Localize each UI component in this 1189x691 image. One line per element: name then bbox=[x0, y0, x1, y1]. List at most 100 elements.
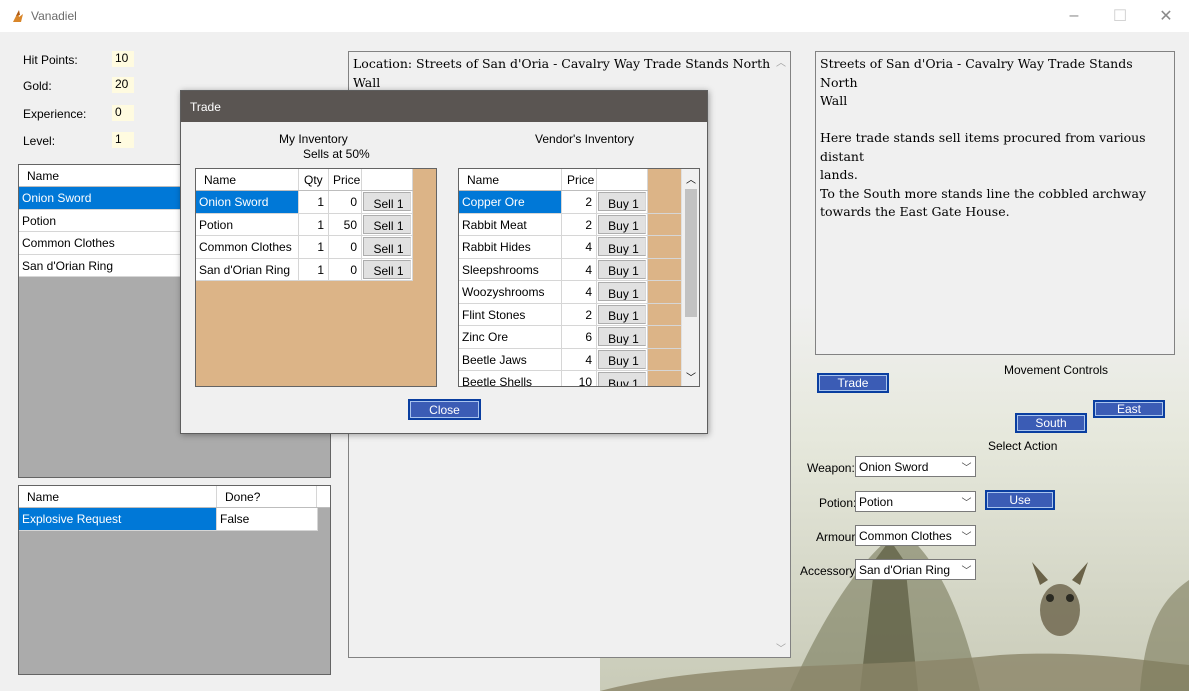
vendor-inventory-row[interactable]: Zinc Ore 6 Buy 1 bbox=[459, 326, 681, 349]
vendor-inventory-row[interactable]: Sleepshrooms 4 Buy 1 bbox=[459, 258, 681, 281]
sell-button[interactable]: Sell 1 bbox=[363, 214, 411, 234]
vendor-scrollbar[interactable]: ︿ ﹀ bbox=[681, 169, 699, 386]
buy-button[interactable]: Buy 1 bbox=[598, 349, 646, 369]
scroll-up-icon[interactable]: ︿ bbox=[682, 171, 699, 186]
vendor-action-cell: Buy 1 bbox=[597, 303, 648, 325]
buy-button[interactable]: Buy 1 bbox=[598, 237, 646, 256]
vendor-item-price: 4 bbox=[562, 236, 597, 258]
my-inventory-grid[interactable]: Name Qty Price Onion Sword 1 0 Sell 1 Po… bbox=[195, 168, 437, 387]
close-window-button[interactable]: ✕ bbox=[1143, 0, 1189, 32]
gold-value: 20 bbox=[112, 77, 134, 93]
vendor-inventory-row[interactable]: Copper Ore 2 Buy 1 bbox=[459, 191, 681, 214]
my-action-column-header bbox=[362, 169, 413, 190]
trade-dialog-title: Trade bbox=[181, 91, 707, 122]
level-label: Level: bbox=[23, 134, 56, 148]
maximize-button[interactable]: ☐ bbox=[1097, 0, 1143, 32]
east-button[interactable]: East bbox=[1093, 400, 1165, 418]
quest-done-column-header[interactable]: Done? bbox=[217, 486, 317, 507]
location-scrollbar[interactable]: ︿ ﹀ bbox=[772, 52, 790, 657]
buy-button[interactable]: Buy 1 bbox=[598, 304, 646, 324]
vendor-inventory-row[interactable]: Beetle Jaws 4 Buy 1 bbox=[459, 348, 681, 371]
potion-select[interactable]: Potion ﹀ bbox=[855, 491, 976, 512]
description-text-box[interactable]: Streets of San d'Oria - Cavalry Way Trad… bbox=[815, 51, 1175, 355]
accessory-select-value: San d'Orian Ring bbox=[859, 562, 951, 577]
armour-label: Armour: bbox=[816, 530, 859, 544]
buy-button[interactable]: Buy 1 bbox=[598, 259, 646, 279]
buy-button[interactable]: Buy 1 bbox=[598, 192, 646, 211]
chevron-down-icon: ﹀ bbox=[961, 566, 972, 577]
vendor-action-cell: Buy 1 bbox=[597, 258, 648, 280]
quests-grid-header: Name Done? bbox=[19, 486, 330, 508]
my-inventory-header: Name Qty Price bbox=[196, 169, 413, 191]
vendor-item-price: 6 bbox=[562, 326, 597, 348]
vendor-name-column-header[interactable]: Name bbox=[459, 169, 562, 190]
app-icon bbox=[13, 10, 23, 22]
vendor-rows: Copper Ore 2 Buy 1 Rabbit Meat 2 Buy 1 Rabbit … bbox=[459, 191, 699, 386]
select-action-label: Select Action bbox=[988, 439, 1058, 453]
use-potion-button[interactable]: Use bbox=[985, 490, 1055, 510]
my-inventory-row[interactable]: Onion Sword 1 0 Sell 1 bbox=[196, 191, 413, 214]
accessory-label: Accessory: bbox=[800, 564, 859, 578]
scroll-thumb[interactable] bbox=[685, 189, 697, 317]
accessory-select[interactable]: San d'Orian Ring ﹀ bbox=[855, 559, 976, 580]
trade-button[interactable]: Trade bbox=[817, 373, 889, 393]
my-item-price: 0 bbox=[329, 258, 362, 280]
vendor-price-column-header[interactable]: Price bbox=[562, 169, 597, 190]
gold-label: Gold: bbox=[23, 79, 52, 93]
vendor-inventory-row[interactable]: Beetle Shells 10 Buy 1 bbox=[459, 371, 681, 386]
my-item-price: 50 bbox=[329, 213, 362, 235]
window-title: Vanadiel bbox=[31, 9, 77, 23]
armour-select[interactable]: Common Clothes ﹀ bbox=[855, 525, 976, 546]
buy-button[interactable]: Buy 1 bbox=[598, 282, 646, 301]
scroll-up-icon[interactable]: ︿ bbox=[772, 54, 790, 69]
vendor-inventory-row[interactable]: Flint Stones 2 Buy 1 bbox=[459, 303, 681, 326]
hit-points-label: Hit Points: bbox=[23, 53, 78, 67]
vendor-item-price: 2 bbox=[562, 191, 597, 213]
experience-label: Experience: bbox=[23, 107, 87, 121]
sell-button[interactable]: Sell 1 bbox=[363, 192, 411, 211]
buy-button[interactable]: Buy 1 bbox=[598, 327, 646, 346]
scroll-down-icon[interactable]: ﹀ bbox=[682, 369, 699, 384]
vendor-inventory-row[interactable]: Woozyshrooms 4 Buy 1 bbox=[459, 281, 681, 304]
my-item-name: San d'Orian Ring bbox=[196, 258, 299, 280]
scroll-down-icon[interactable]: ﹀ bbox=[772, 640, 790, 655]
sell-button[interactable]: Sell 1 bbox=[363, 259, 411, 279]
quests-grid[interactable]: Name Done? Explosive Request False bbox=[18, 485, 331, 675]
chevron-down-icon: ﹀ bbox=[961, 498, 972, 509]
potion-label: Potion: bbox=[819, 496, 857, 510]
my-item-qty: 1 bbox=[299, 236, 329, 258]
my-item-name: Potion bbox=[196, 213, 299, 235]
potion-select-value: Potion bbox=[859, 494, 894, 509]
window-title-bar bbox=[0, 0, 1189, 32]
grid-empty-area bbox=[648, 281, 681, 303]
close-trade-button[interactable]: Close bbox=[408, 399, 481, 420]
vendor-item-price: 4 bbox=[562, 258, 597, 280]
vendor-inventory-row[interactable]: Rabbit Hides 4 Buy 1 bbox=[459, 236, 681, 259]
vendor-item-name: Beetle Shells bbox=[459, 371, 562, 386]
buy-button[interactable]: Buy 1 bbox=[598, 214, 646, 234]
my-item-name: Common Clothes bbox=[196, 236, 299, 258]
quest-row[interactable]: Explosive Request False bbox=[19, 508, 318, 531]
vendor-item-name: Rabbit Meat bbox=[459, 213, 562, 235]
south-button[interactable]: South bbox=[1015, 413, 1087, 433]
my-inventory-row[interactable]: San d'Orian Ring 1 0 Sell 1 bbox=[196, 258, 413, 281]
buy-button[interactable]: Buy 1 bbox=[598, 372, 646, 386]
my-price-column-header[interactable]: Price bbox=[329, 169, 362, 190]
minimize-button[interactable]: – bbox=[1051, 0, 1097, 32]
vendor-item-name: Woozyshrooms bbox=[459, 281, 562, 303]
vendor-inventory-row[interactable]: Rabbit Meat 2 Buy 1 bbox=[459, 213, 681, 236]
grid-empty-area bbox=[648, 258, 681, 280]
hit-points-value: 10 bbox=[112, 51, 134, 67]
quest-name-column-header[interactable]: Name bbox=[19, 486, 217, 507]
vendor-item-name: Sleepshrooms bbox=[459, 258, 562, 280]
my-qty-column-header[interactable]: Qty bbox=[299, 169, 329, 190]
weapon-select[interactable]: Onion Sword ﹀ bbox=[855, 456, 976, 477]
sell-button[interactable]: Sell 1 bbox=[363, 237, 411, 256]
my-inventory-row[interactable]: Potion 1 50 Sell 1 bbox=[196, 213, 413, 236]
vendor-item-name: Beetle Jaws bbox=[459, 348, 562, 370]
vendor-item-price: 4 bbox=[562, 281, 597, 303]
vendor-inventory-grid[interactable]: Name Price Copper Ore 2 Buy 1 Rabbit Meat 2 B… bbox=[458, 168, 700, 387]
weapon-select-value: Onion Sword bbox=[859, 459, 929, 474]
my-inventory-row[interactable]: Common Clothes 1 0 Sell 1 bbox=[196, 236, 413, 259]
my-name-column-header[interactable]: Name bbox=[196, 169, 299, 190]
